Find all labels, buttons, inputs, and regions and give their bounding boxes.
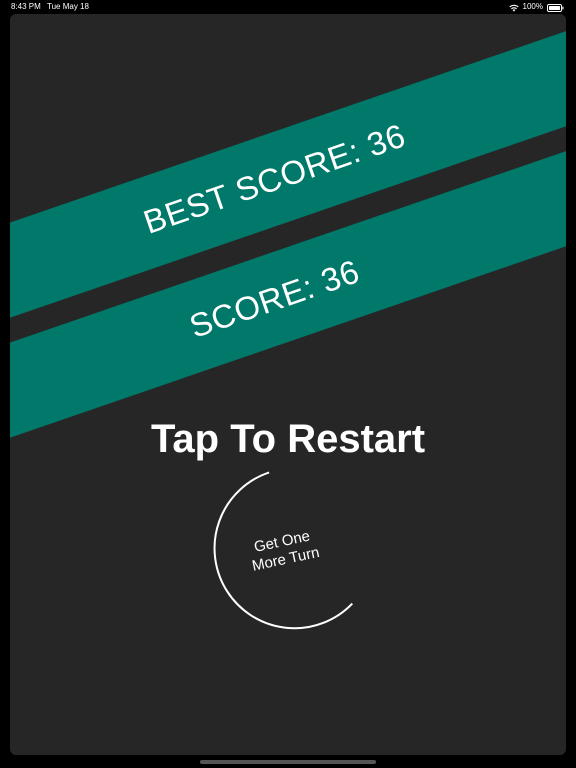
score-label: SCORE: 36 [184,252,364,345]
home-indicator[interactable] [200,760,376,764]
tap-to-restart-label[interactable]: Tap To Restart [10,417,566,462]
status-date: Tue May 18 [47,2,89,11]
status-bar: 8:43 PM Tue May 18 100% [0,0,576,13]
screen: 8:43 PM Tue May 18 100% BEST SCORE: 36 S… [0,0,576,768]
game-panel[interactable]: BEST SCORE: 36 SCORE: 36 Tap To Restart … [10,14,566,755]
get-one-more-turn-button[interactable]: Get One More Turn [199,466,369,636]
battery-percent: 100% [522,2,543,11]
status-time: 8:43 PM [11,2,41,11]
status-indicators: 100% [508,0,564,13]
battery-icon [547,3,564,12]
wifi-icon [508,3,519,11]
